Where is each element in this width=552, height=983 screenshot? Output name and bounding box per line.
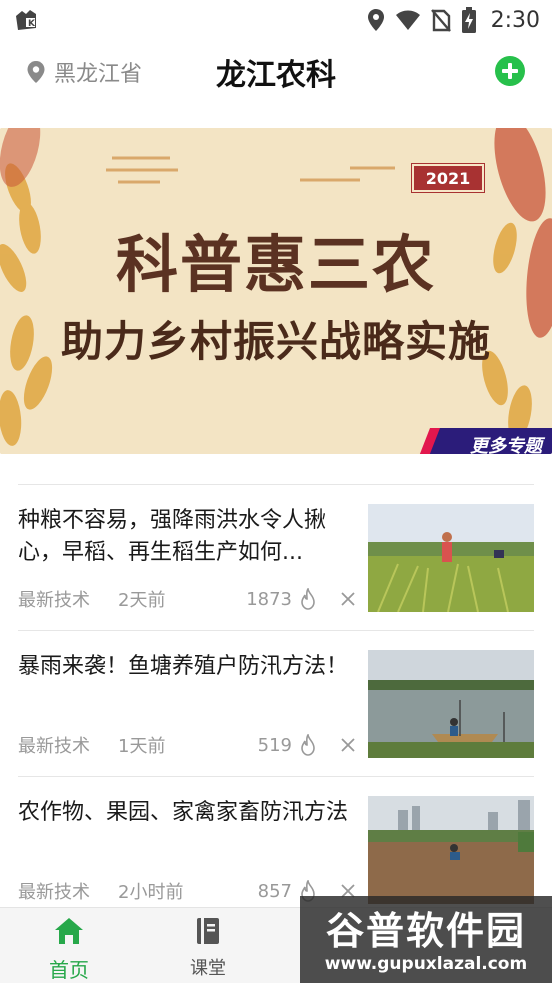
banner-subheadline: 助力乡村振兴战略实施 xyxy=(60,317,491,366)
news-category: 最新技术 xyxy=(18,882,90,903)
news-time: 2天前 xyxy=(118,590,166,611)
svg-text:K: K xyxy=(28,19,36,29)
news-title: 种粮不容易，强降雨洪水令人揪心，早稻、再生稻生产如何... xyxy=(18,508,327,565)
news-meta: 最新技术 2天前 1873 xyxy=(18,586,356,612)
location-selector[interactable]: 黑龙江省 xyxy=(26,56,142,88)
watermark-name: 谷普软件园 xyxy=(325,909,526,953)
status-bar: K 2:30 xyxy=(0,0,552,40)
news-category: 最新技术 xyxy=(18,736,90,757)
news-time: 1天前 xyxy=(118,736,166,757)
location-pin-icon xyxy=(27,61,45,83)
app-header: 黑龙江省 龙江农科 xyxy=(0,40,552,104)
flame-icon xyxy=(301,734,315,756)
news-list: 种粮不容易，强降雨洪水令人揪心，早稻、再生稻生产如何... 最新技术 2天前 1… xyxy=(18,484,534,922)
news-views: 519 xyxy=(257,734,292,756)
news-views: 1873 xyxy=(246,588,292,610)
news-meta: 最新技术 1天前 519 xyxy=(18,732,356,758)
close-icon[interactable] xyxy=(340,591,356,607)
promo-banner[interactable]: 2021 科普惠三农 助力乡村振兴战略实施 更多专题 xyxy=(0,128,552,454)
news-thumbnail-fish-pond xyxy=(368,650,534,758)
banner-headline: 科普惠三农 xyxy=(115,228,436,301)
watermark: 谷普软件园 www.gupuxlazal.com xyxy=(300,896,552,983)
nav-label-classroom: 课堂 xyxy=(190,958,226,979)
close-icon[interactable] xyxy=(340,737,356,753)
location-icon xyxy=(367,9,384,31)
status-time: 2:30 xyxy=(490,7,540,33)
news-item[interactable]: 暴雨来袭！鱼塘养殖户防汛方法！ 最新技术 1天前 519 xyxy=(18,631,534,776)
app-notification-icon: K xyxy=(16,10,36,30)
news-thumbnail-flooded-field xyxy=(368,796,534,904)
news-title: 农作物、果园、家禽家畜防汛方法 xyxy=(18,800,349,825)
watermark-url: www.gupuxlazal.com xyxy=(324,954,528,974)
more-topics-link[interactable]: 更多专题 xyxy=(470,432,542,454)
news-time: 2小时前 xyxy=(118,882,184,903)
wifi-icon xyxy=(395,10,420,30)
home-icon xyxy=(55,918,83,944)
nav-item-home[interactable]: 首页 xyxy=(19,916,119,983)
no-sim-icon xyxy=(430,9,451,32)
news-category: 最新技术 xyxy=(18,590,90,611)
battery-charging-icon xyxy=(461,7,476,33)
book-icon xyxy=(197,918,219,944)
news-views: 857 xyxy=(257,880,292,902)
banner-year-badge: 2021 xyxy=(411,163,485,193)
flame-icon xyxy=(301,588,315,610)
news-item[interactable]: 种粮不容易，强降雨洪水令人揪心，早稻、再生稻生产如何... 最新技术 2天前 1… xyxy=(18,485,534,630)
location-label: 黑龙江省 xyxy=(54,62,143,87)
nav-item-classroom[interactable]: 课堂 xyxy=(158,916,258,980)
news-thumbnail-rice-field xyxy=(368,504,534,612)
plus-circle-icon[interactable] xyxy=(494,55,526,87)
nav-label-home: 首页 xyxy=(49,958,89,982)
news-title: 暴雨来袭！鱼塘养殖户防汛方法！ xyxy=(18,654,349,679)
